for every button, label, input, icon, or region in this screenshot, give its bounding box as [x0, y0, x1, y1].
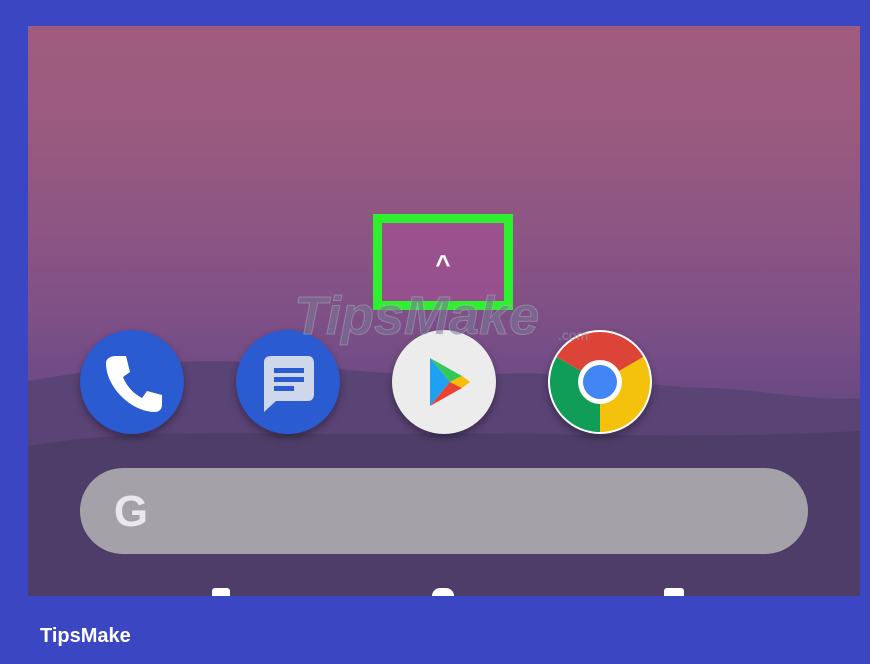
image-frame: ^ TipsMake .com G TipsMake: [0, 0, 870, 664]
google-search-bar[interactable]: G: [80, 468, 808, 554]
svg-text:TipsMake: TipsMake: [294, 286, 539, 346]
back-nav-button[interactable]: [212, 588, 230, 596]
recents-nav-button[interactable]: [664, 588, 684, 596]
watermark: TipsMake .com: [294, 286, 589, 347]
phone-icon: [106, 356, 162, 412]
home-nav-button[interactable]: [432, 588, 454, 596]
google-g-icon: G: [114, 487, 148, 536]
svg-text:.com: .com: [558, 327, 588, 343]
home-screen: ^ TipsMake .com G: [28, 26, 860, 596]
svg-text:G: G: [114, 487, 148, 536]
brand-caption: TipsMake: [40, 625, 131, 647]
chevron-up-icon: ^: [435, 249, 451, 279]
phone-app-icon[interactable]: [80, 330, 184, 434]
